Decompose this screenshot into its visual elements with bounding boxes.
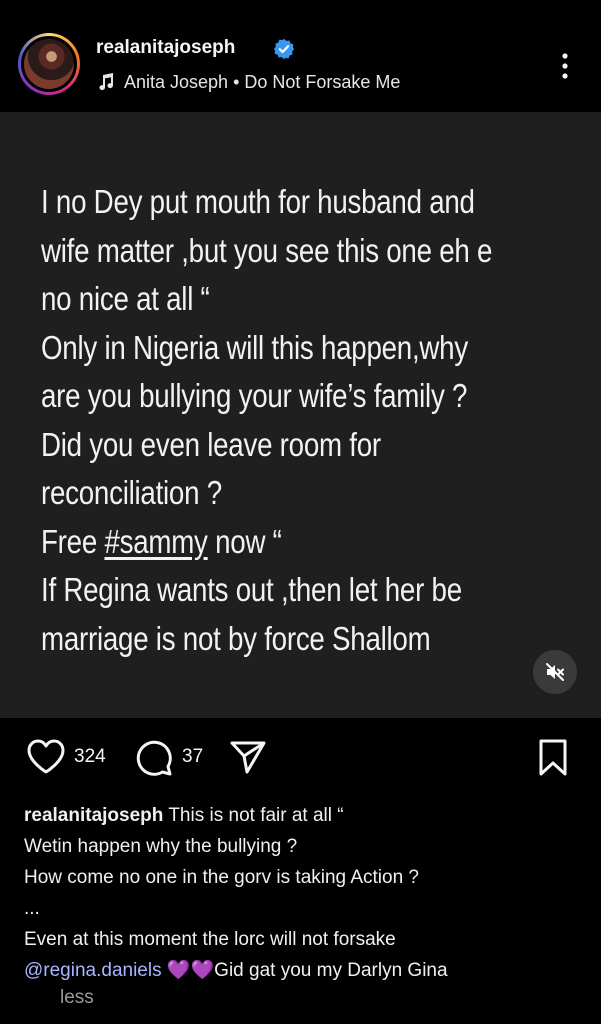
post-text-line: marriage is not by force Shallom <box>41 619 431 657</box>
caption-username[interactable]: realanitajoseph <box>24 805 163 826</box>
post-text-line: I no Dey put mouth for husband and <box>41 183 475 220</box>
more-options-icon[interactable] <box>556 52 574 80</box>
like-count[interactable]: 324 <box>74 746 106 768</box>
less-button[interactable]: less <box>60 987 94 1009</box>
mention-link[interactable]: @regina.daniels <box>24 960 162 981</box>
free-suffix: now “ <box>207 522 282 560</box>
caption: realanitajoseph This is not fair at all … <box>24 800 584 986</box>
action-bar: 324 37 <box>0 730 601 786</box>
post-text-line: wife matter ,but you see this one eh e <box>41 231 493 269</box>
audio-label[interactable]: Anita Joseph • Do Not Forsake Me <box>124 72 400 93</box>
post-text-line: no nice at all “ <box>41 280 210 317</box>
like-heart-icon[interactable] <box>26 738 66 776</box>
post-text: I no Dey put mouth for husband and wife … <box>41 178 587 663</box>
story-ring[interactable] <box>18 33 80 95</box>
post-text-line: Only in Nigeria will this happen,why <box>41 328 468 366</box>
mute-button[interactable] <box>533 650 577 694</box>
hashtag-link[interactable]: #sammy <box>104 523 207 560</box>
caption-line: Even at this moment the lorc will not fo… <box>24 929 396 950</box>
post-text-line: reconciliation ? <box>41 474 222 511</box>
username[interactable]: realanitajoseph <box>96 37 235 59</box>
post-text-line: are you bullying your wife’s family ? <box>41 377 468 414</box>
caption-text: This is not fair at all “ <box>163 805 344 826</box>
avatar[interactable] <box>21 36 77 92</box>
verified-badge-icon <box>273 38 295 60</box>
save-bookmark-icon[interactable] <box>536 738 570 778</box>
comment-icon[interactable] <box>134 738 174 778</box>
post-text-line: Did you even leave room for <box>41 425 381 463</box>
caption-line: Wetin happen why the bullying ? <box>24 836 298 857</box>
post-text-line: If Regina wants out ,then let her be <box>41 571 462 608</box>
speaker-muted-icon <box>546 663 564 681</box>
caption-line: How come no one in the gorv is taking Ac… <box>24 867 420 888</box>
caption-line: @regina.daniels 💜💜Gid gat you my Darlyn … <box>24 955 584 986</box>
post-header: realanitajoseph Anita Joseph • Do Not Fo… <box>0 0 601 112</box>
share-send-icon[interactable] <box>228 738 268 776</box>
comment-count[interactable]: 37 <box>182 746 203 768</box>
post-text-line: Free #sammy now “ <box>41 518 587 567</box>
caption-line: ... <box>24 898 40 919</box>
music-note-icon <box>99 73 114 91</box>
caption-first-line: realanitajoseph This is not fair at all … <box>24 800 584 831</box>
caption-tail: 💜💜Gid gat you my Darlyn Gina <box>161 960 448 981</box>
free-prefix: Free <box>41 522 105 560</box>
